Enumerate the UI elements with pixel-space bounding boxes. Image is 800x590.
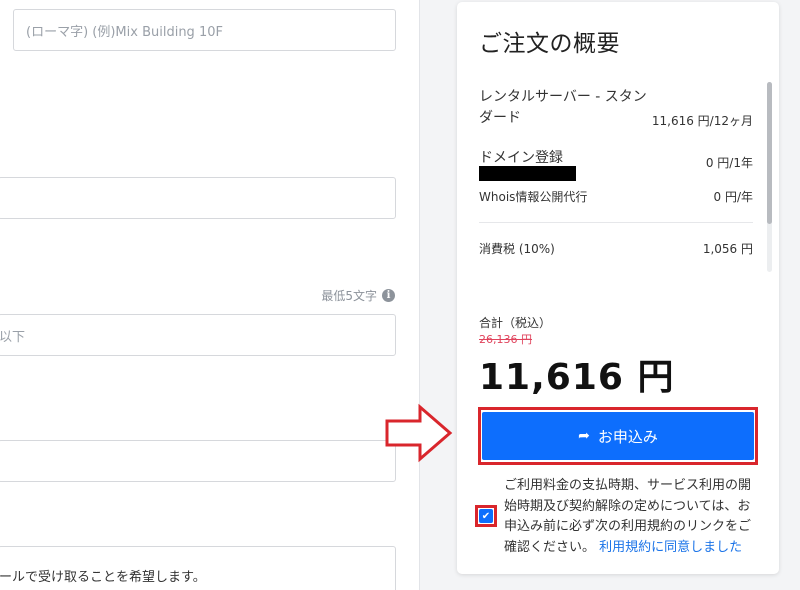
min-chars-label: 最低5文字 xyxy=(321,289,377,303)
password-input[interactable]: 以下 xyxy=(0,314,396,356)
min-chars-hint: 最低5文字 i xyxy=(321,287,395,304)
email-preference-option[interactable]: ールで受け取ることを希望します。 xyxy=(0,546,396,590)
order-page: (ローマ字) (例)Mix Building 10F 最低5文字 i 以下 ール… xyxy=(0,0,800,590)
total-label: 合計（税込） xyxy=(479,316,552,330)
item-name: ドメイン登録 xyxy=(479,150,563,166)
item-name: Whois情報公開代行 xyxy=(479,190,588,204)
info-icon[interactable]: i xyxy=(382,289,395,302)
item-price: 11,616 円/12ヶ月 xyxy=(651,114,753,128)
total-price: 11,616 円 xyxy=(479,357,675,398)
terms-notice: ご利用料金の支払時期、サービス利用の開始時期及び契約解除の定めについては、お申込… xyxy=(504,476,760,558)
building-name-input[interactable]: (ローマ字) (例)Mix Building 10F xyxy=(13,9,396,51)
summary-scrollbar[interactable] xyxy=(767,82,772,272)
item-price: 0 円/年 xyxy=(713,190,754,204)
scrollbar-thumb[interactable] xyxy=(767,82,772,224)
item-name: レンタルサーバー - スタンダード xyxy=(479,89,647,126)
order-summary-card: ご注文の概要 レンタルサーバー - スタンダード 11,616 円/12ヶ月 ド… xyxy=(457,2,779,574)
item-name: 消費税 (10%) xyxy=(479,242,555,256)
item-price: 0 円/1年 xyxy=(705,156,753,170)
summary-items[interactable]: レンタルサーバー - スタンダード 11,616 円/12ヶ月 ドメイン登録 0… xyxy=(479,70,763,270)
redacted-domain xyxy=(479,166,576,181)
check-icon: ✔ xyxy=(481,510,491,522)
terms-checkbox[interactable]: ✔ xyxy=(479,509,493,523)
building-name-placeholder: (ローマ字) (例)Mix Building 10F xyxy=(26,24,223,40)
form-input[interactable] xyxy=(0,440,396,482)
apply-button-label: お申込み xyxy=(597,427,658,446)
item-price: 1,056 円 xyxy=(702,242,753,256)
annotation-arrow-icon xyxy=(385,403,453,463)
form-input[interactable] xyxy=(0,177,396,219)
summary-title: ご注文の概要 xyxy=(479,31,620,57)
email-preference-text: ールで受け取ることを希望します。 xyxy=(0,570,206,585)
apply-button[interactable]: ➦ お申込み xyxy=(482,412,754,460)
terms-agree-link[interactable]: 利用規約に同意しました xyxy=(599,540,742,555)
divider xyxy=(479,222,753,223)
field-fragment-text: 以下 xyxy=(0,329,26,345)
order-form: (ローマ字) (例)Mix Building 10F 最低5文字 i 以下 ール… xyxy=(0,0,420,590)
original-price: 26,136 円 xyxy=(479,333,532,346)
arrow-right-icon: ➦ xyxy=(578,428,590,444)
